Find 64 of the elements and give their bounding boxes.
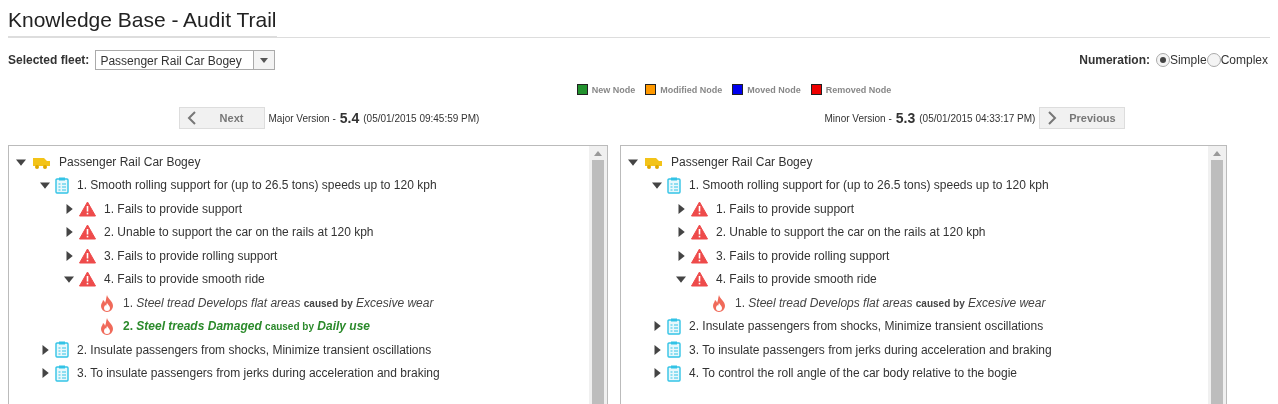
- warning-icon: [79, 224, 96, 241]
- tree-node-label[interactable]: 2. Insulate passengers from shocks, Minimize transient oscillations: [77, 342, 432, 357]
- fleet-label: Selected fleet:: [8, 53, 90, 67]
- flame-icon: [711, 293, 727, 312]
- legend-label: Moved Node: [747, 84, 801, 95]
- previous-button[interactable]: Previous: [1039, 107, 1126, 129]
- clipboard-icon: [667, 364, 681, 382]
- numeration-label: Numeration:: [1079, 53, 1150, 67]
- radio-option[interactable]: Complex: [1206, 53, 1268, 67]
- tree-node-label[interactable]: 1. Fails to provide support: [716, 201, 855, 216]
- scrollbar[interactable]: [1208, 146, 1226, 404]
- tree-node-label[interactable]: 3. To insulate passengers from jerks during acceleration and braking: [77, 366, 440, 381]
- version-number: 5.3: [895, 110, 916, 126]
- collapse-caret-icon[interactable]: [63, 274, 75, 285]
- tree-node-label[interactable]: 2. Unable to support the car on the rails at 120 kph: [104, 225, 374, 240]
- tree-node-label[interactable]: 2. Unable to support the car on the rails at 120 kph: [716, 225, 986, 240]
- clipboard-icon: [667, 317, 681, 335]
- warning-icon: [691, 247, 708, 264]
- clipboard-icon: [667, 341, 681, 359]
- tree-node-label[interactable]: 2. Steel treads Damaged caused by Daily use: [123, 319, 371, 334]
- warning-icon: [79, 200, 96, 217]
- fleet-dropdown[interactable]: Passenger Rail Car Bogey: [95, 50, 276, 70]
- collapse-caret-icon[interactable]: [651, 180, 663, 191]
- legend-label: Removed Node: [825, 84, 892, 95]
- version-label: Major Version -: [268, 112, 336, 124]
- clipboard-icon: [55, 341, 69, 359]
- version-label: Minor Version -: [824, 112, 892, 124]
- tree-node-label[interactable]: 3. To insulate passengers from jerks during acceleration and braking: [689, 342, 1052, 357]
- version-date: (05/01/2015 09:45:59 PM): [363, 112, 480, 124]
- collapse-caret-icon[interactable]: [675, 274, 687, 285]
- flame-icon: [99, 317, 115, 336]
- clipboard-icon: [667, 176, 681, 194]
- tree-node-label[interactable]: 2. Insulate passengers from shocks, Minimize transient oscillations: [689, 319, 1044, 334]
- caret-icon: [260, 57, 269, 63]
- tree-node-label[interactable]: 4. Fails to provide smooth ride: [104, 272, 265, 287]
- tree-node-label[interactable]: Passenger Rail Car Bogey: [59, 154, 201, 169]
- scrollbar[interactable]: [589, 146, 607, 404]
- warning-icon: [79, 247, 96, 264]
- flame-icon: [99, 293, 115, 312]
- tree-node-label[interactable]: 4. To control the roll angle of the car body relative to the bogie: [689, 366, 1017, 381]
- tree-node-label[interactable]: 3. Fails to provide rolling support: [716, 248, 890, 263]
- tree-node-label[interactable]: 1. Steel tread Develops flat areas caused by Excesive wear: [735, 295, 1046, 310]
- version-number: 5.4: [339, 110, 360, 126]
- tree-node-label[interactable]: 3. Fails to provide rolling support: [104, 248, 278, 263]
- collapse-caret-icon[interactable]: [39, 180, 51, 191]
- radio-option[interactable]: Simple: [1155, 53, 1207, 67]
- legend-label: Modified Node: [660, 84, 723, 95]
- tree-node-label[interactable]: Passenger Rail Car Bogey: [671, 154, 813, 169]
- chevron-left-icon: [185, 110, 198, 126]
- next-button[interactable]: Next: [178, 107, 265, 129]
- tree-node-label[interactable]: 1. Fails to provide support: [104, 201, 243, 216]
- warning-icon: [691, 224, 708, 241]
- tree-node-label[interactable]: 1. Smooth rolling support for (up to 26.5 tons) speeds up to 120 kph: [77, 178, 437, 193]
- tree-node-label[interactable]: 1. Smooth rolling support for (up to 26.5 tons) speeds up to 120 kph: [689, 178, 1049, 193]
- version-date: (05/01/2015 04:33:17 PM): [919, 112, 1036, 124]
- legend-label: New Node: [591, 84, 636, 95]
- warning-icon: [79, 271, 96, 288]
- tree-node-label[interactable]: 4. Fails to provide smooth ride: [716, 272, 877, 287]
- warning-icon: [691, 271, 708, 288]
- warning-icon: [691, 200, 708, 217]
- clipboard-icon: [55, 364, 69, 382]
- chevron-right-icon: [1046, 110, 1059, 126]
- clipboard-icon: [55, 176, 69, 194]
- tree-node-label[interactable]: 1. Steel tread Develops flat areas caused by Excesive wear: [123, 295, 434, 310]
